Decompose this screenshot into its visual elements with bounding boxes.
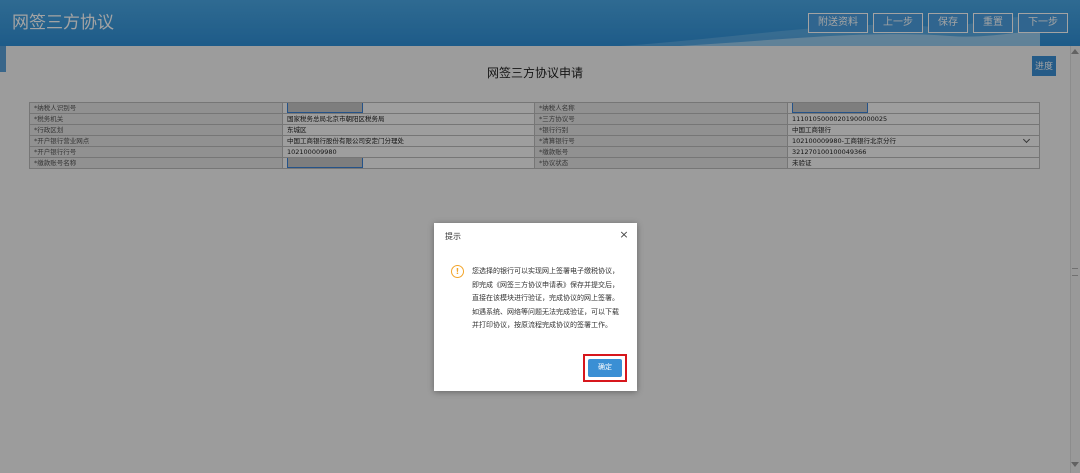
- dialog-title: 提示: [445, 232, 461, 241]
- warning-icon: !: [451, 265, 464, 278]
- dialog-message: 您选择的银行可以实现网上签署电子缴税协议，即完成《网签三方协议申请表》保存并提交…: [472, 267, 619, 329]
- tip-dialog: 提示 × ! 您选择的银行可以实现网上签署电子缴税协议，即完成《网签三方协议申请…: [434, 223, 637, 391]
- confirm-button[interactable]: 确定: [588, 359, 622, 377]
- close-icon[interactable]: ×: [617, 228, 631, 242]
